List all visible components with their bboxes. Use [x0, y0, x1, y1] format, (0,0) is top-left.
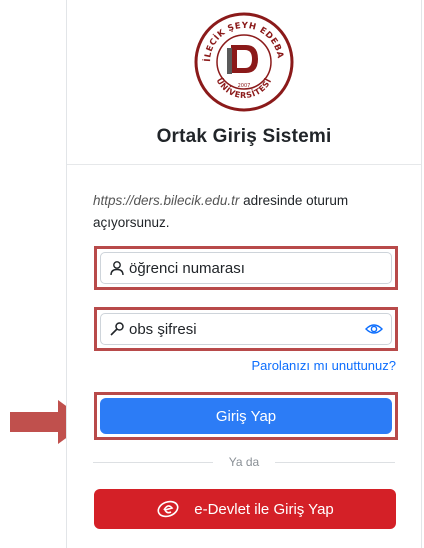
university-logo: BİLECİK ŞEYH EDEBALİ ÜNİVERSİTESİ 2007	[190, 4, 294, 112]
or-divider: Ya da	[93, 455, 395, 469]
login-card: BİLECİK ŞEYH EDEBALİ ÜNİVERSİTESİ 2007 O…	[66, 0, 422, 548]
header-divider	[67, 164, 421, 165]
key-icon	[109, 321, 125, 337]
divider-line-right	[275, 461, 395, 463]
forgot-password-link[interactable]: Parolanızı mı unuttunuz?	[251, 358, 396, 373]
password-highlight: obs şifresi	[94, 307, 398, 351]
page-title: Ortak Giriş Sistemi	[156, 126, 332, 147]
login-button-highlight: Giriş Yap	[94, 392, 398, 440]
eye-icon[interactable]	[365, 320, 383, 338]
login-info-text: https://ders.bilecik.edu.tr adresinde ot…	[93, 190, 393, 234]
service-url: https://ders.bilecik.edu.tr	[93, 193, 240, 208]
login-button[interactable]: Giriş Yap	[100, 398, 392, 434]
password-input[interactable]: obs şifresi	[100, 313, 392, 345]
password-placeholder: obs şifresi	[129, 320, 197, 338]
svg-text:2007: 2007	[238, 83, 251, 89]
username-highlight: öğrenci numarası	[94, 246, 398, 290]
edevlet-login-button[interactable]: e-Devlet ile Giriş Yap	[94, 489, 396, 529]
edevlet-icon	[156, 499, 180, 519]
username-placeholder: öğrenci numarası	[129, 259, 245, 277]
username-input[interactable]: öğrenci numarası	[100, 252, 392, 284]
or-label: Ya da	[228, 455, 260, 469]
person-icon	[109, 260, 125, 276]
divider-line-left	[93, 461, 213, 463]
edevlet-label: e-Devlet ile Giriş Yap	[194, 500, 334, 518]
